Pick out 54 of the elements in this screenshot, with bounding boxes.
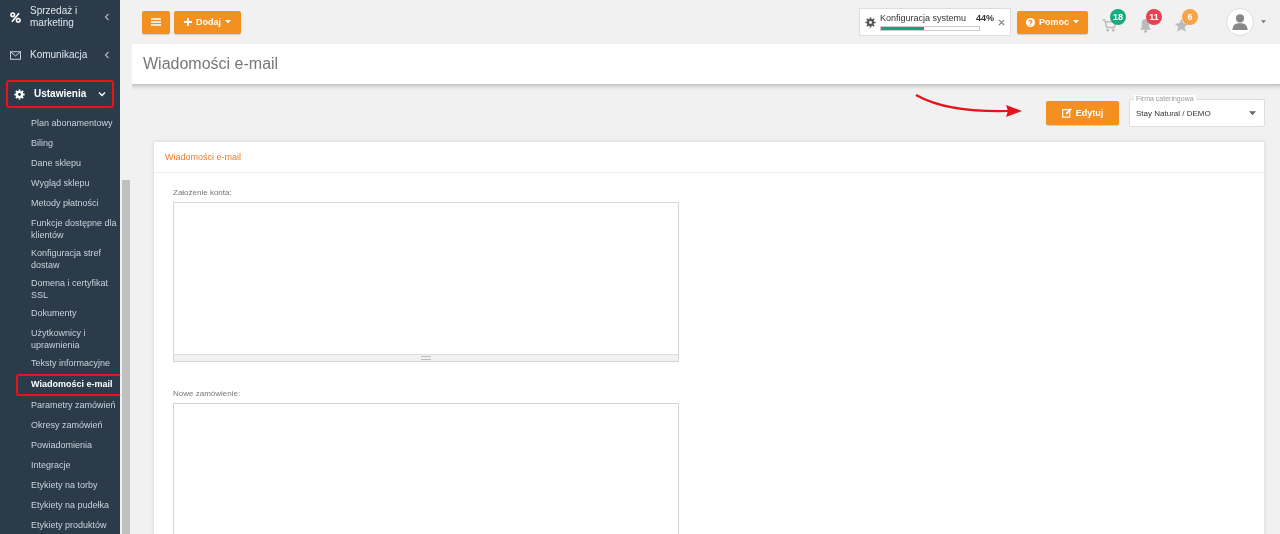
sidebar-item[interactable]: Teksty informacyjne xyxy=(16,354,119,374)
question-icon xyxy=(1026,17,1035,27)
chevron-icon xyxy=(104,13,110,21)
count-badge: 6 xyxy=(1182,9,1198,25)
chevron-icon xyxy=(104,51,110,59)
avatar-icon[interactable] xyxy=(1226,8,1254,36)
sidebar-item[interactable]: Integracje xyxy=(16,456,119,476)
text-area[interactable] xyxy=(173,202,679,362)
percent-icon xyxy=(10,11,21,23)
sidebar-item[interactable]: Metody płatności xyxy=(16,194,119,214)
caret-icon[interactable] xyxy=(1261,20,1266,24)
sidebar-menu-item[interactable]: Komunikacja xyxy=(6,36,114,74)
sidebar-menu-item[interactable]: Sprzedaż i marketing xyxy=(6,0,114,36)
caret-icon xyxy=(1249,110,1256,116)
caret-icon xyxy=(225,20,231,24)
sidebar-item[interactable]: Etykiety na torby xyxy=(16,476,119,496)
sidebar-item[interactable]: Etykiety produktów xyxy=(16,516,119,534)
chevron-icon xyxy=(98,91,106,97)
sidebar-item[interactable]: Biling xyxy=(16,134,119,154)
count-badge: 11 xyxy=(1146,9,1162,25)
gear-icon xyxy=(14,88,25,100)
envelope-icon xyxy=(10,49,21,61)
cart-icon[interactable] xyxy=(1101,18,1117,33)
caret-icon xyxy=(1073,20,1079,24)
sidebar-item[interactable]: Dokumenty xyxy=(16,304,119,324)
sidebar-item[interactable]: Domena i certyfikat SSL xyxy=(16,274,119,304)
resize-handle[interactable] xyxy=(174,354,678,361)
sidebar-item[interactable]: Wygląd sklepu xyxy=(16,174,119,194)
sidebar-item[interactable]: Konfiguracja stref dostaw xyxy=(16,244,119,274)
sidebar-item[interactable]: Okresy zamówień xyxy=(16,416,119,436)
scrollbar-thumb[interactable] xyxy=(122,180,130,534)
sidebar-item[interactable]: Funkcje dostępne dla klientów xyxy=(16,214,119,244)
edit-icon xyxy=(1061,108,1072,118)
sidebar-item[interactable]: Dane sklepu xyxy=(16,154,119,174)
sidebar-item[interactable]: Plan abonamentowy xyxy=(16,114,119,134)
bell-icon[interactable] xyxy=(1137,18,1153,33)
config-label: Konfiguracja systemu xyxy=(879,13,966,23)
config-percent: 44% xyxy=(975,13,994,23)
sidebar-menu-item[interactable]: Ustawienia xyxy=(6,80,114,108)
menu-icon xyxy=(151,18,161,26)
page-title: Wiadomości e-mail xyxy=(143,55,279,73)
sidebar-item[interactable]: Parametry zamówień xyxy=(16,396,119,416)
field-label: Założenie konta: xyxy=(173,188,233,197)
field-label: Nowe zamówienie: xyxy=(173,389,242,398)
count-badge: 18 xyxy=(1110,9,1126,25)
plus-icon xyxy=(184,18,192,26)
sidebar-item[interactable]: Użytkownicy i uprawnienia xyxy=(16,324,119,354)
card-title: Wiadomości e-mail xyxy=(165,152,242,162)
close-icon[interactable] xyxy=(998,18,1005,26)
sidebar-item[interactable]: Powiadomienia xyxy=(16,436,119,456)
menu-button[interactable] xyxy=(142,10,170,34)
sidebar-item[interactable]: Etykiety na pudełka xyxy=(16,496,119,516)
star-icon[interactable] xyxy=(1173,18,1189,33)
gear-icon xyxy=(864,16,876,28)
